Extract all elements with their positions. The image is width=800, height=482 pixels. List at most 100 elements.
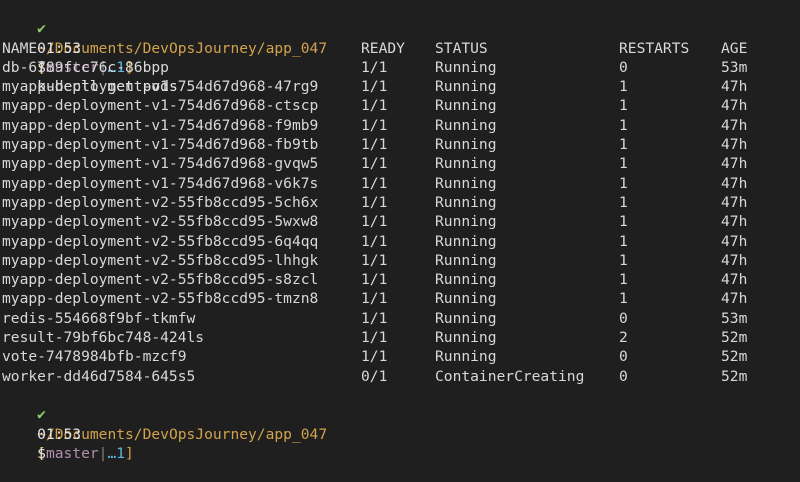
pod-status: Running xyxy=(435,78,497,96)
pod-status: Running xyxy=(435,193,497,211)
table-row: myapp-deployment-v2-55fb8ccd95-tmzn8 1/1 R… xyxy=(2,289,798,308)
pod-restarts: 0 xyxy=(619,348,628,366)
table-row: vote-7478984bfb-mzcf9 1/1 Running 0 52m xyxy=(2,347,798,366)
pod-restarts: 1 xyxy=(619,155,628,173)
prompt-dollar: $ xyxy=(37,444,46,462)
pod-status: Running xyxy=(435,155,497,173)
table-row: worker-dd46d7584-645s5 0/1 ContainerCreati… xyxy=(2,367,798,386)
pod-status: Running xyxy=(435,290,497,308)
command-line: 01:53 $ kubectl get pods xyxy=(2,19,798,96)
header-age: AGE xyxy=(721,39,748,57)
pod-name: myapp-deployment-v1-754d67d968-gvqw5 xyxy=(2,155,319,173)
pod-status: Running xyxy=(435,271,497,289)
pod-name: myapp-deployment-v2-55fb8ccd95-5wxw8 xyxy=(2,213,319,231)
pod-restarts: 0 xyxy=(619,367,628,385)
pod-status: Running xyxy=(435,97,497,115)
pod-name: myapp-deployment-v1-754d67d968-fb9tb xyxy=(2,136,319,154)
pod-name: vote-7478984bfb-mzcf9 xyxy=(2,348,187,366)
table-row: myapp-deployment-v2-55fb8ccd95-5ch6x 1/1 R… xyxy=(2,193,798,212)
pod-age: 47h xyxy=(721,271,748,289)
pod-ready: 1/1 xyxy=(361,155,388,173)
pod-status: Running xyxy=(435,58,497,76)
pod-status: Running xyxy=(435,329,497,347)
pod-age: 47h xyxy=(721,290,748,308)
pod-status: Running xyxy=(435,116,497,134)
pod-table-body: db-6789fcc76c-86bpp 1/1 Running 0 53m myapp-d… xyxy=(2,58,798,386)
pod-ready: 1/1 xyxy=(361,213,388,231)
pod-ready: 1/1 xyxy=(361,271,388,289)
pod-ready: 1/1 xyxy=(361,348,388,366)
table-header: NAME READY STATUS RESTARTS AGE xyxy=(2,39,798,58)
pod-age: 47h xyxy=(721,193,748,211)
pod-restarts: 1 xyxy=(619,290,628,308)
pod-ready: 1/1 xyxy=(361,58,388,76)
pod-ready: 0/1 xyxy=(361,367,388,385)
pod-ready: 1/1 xyxy=(361,232,388,250)
pod-age: 47h xyxy=(721,78,748,96)
pod-name: myapp-deployment-v2-55fb8ccd95-lhhgk xyxy=(2,251,319,269)
pod-ready: 1/1 xyxy=(361,174,388,192)
header-restarts: RESTARTS xyxy=(619,39,690,57)
pod-status: Running xyxy=(435,136,497,154)
table-row: myapp-deployment-v2-55fb8ccd95-lhhgk 1/1 R… xyxy=(2,251,798,270)
pod-status: Running xyxy=(435,174,497,192)
pod-restarts: 1 xyxy=(619,193,628,211)
pod-name: myapp-deployment-v1-754d67d968-v6k7s xyxy=(2,174,319,192)
terminal-window[interactable]: ✔ ~/Documents/DevOpsJourney/app_047 [mas… xyxy=(2,0,798,464)
git-branch: master xyxy=(45,444,99,462)
pod-ready: 1/1 xyxy=(361,309,388,327)
pod-name: db-6789fcc76c-86bpp xyxy=(2,58,169,76)
table-row: result-79bf6bc748-424ls 1/1 Running 2 52m xyxy=(2,328,798,347)
pod-status: Running xyxy=(435,309,497,327)
pod-status: Running xyxy=(435,251,497,269)
pod-restarts: 1 xyxy=(619,136,628,154)
table-row: myapp-deployment-v1-754d67d968-f9mb9 1/1 R… xyxy=(2,116,798,135)
header-status: STATUS xyxy=(435,39,488,57)
pod-ready: 1/1 xyxy=(361,193,388,211)
pod-name: worker-dd46d7584-645s5 xyxy=(2,367,196,385)
pod-age: 47h xyxy=(721,213,748,231)
table-row: myapp-deployment-v1-754d67d968-ctscp 1/1 R… xyxy=(2,96,798,115)
pod-restarts: 0 xyxy=(619,309,628,327)
pod-age: 47h xyxy=(721,155,748,173)
table-row: db-6789fcc76c-86bpp 1/1 Running 0 53m xyxy=(2,58,798,77)
pod-restarts: 1 xyxy=(619,213,628,231)
pod-name: result-79bf6bc748-424ls xyxy=(2,329,205,347)
table-row: myapp-deployment-v2-55fb8ccd95-5wxw8 1/1 R… xyxy=(2,212,798,231)
table-row: myapp-deployment-v1-754d67d968-fb9tb 1/1 R… xyxy=(2,135,798,154)
pod-name: myapp-deployment-v1-754d67d968-ctscp xyxy=(2,97,319,115)
pod-age: 53m xyxy=(721,58,748,76)
pod-name: myapp-deployment-v2-55fb8ccd95-5ch6x xyxy=(2,193,319,211)
pod-age: 47h xyxy=(721,97,748,115)
pod-name: myapp-deployment-v1-754d67d968-47rg9 xyxy=(2,78,319,96)
pod-age: 47h xyxy=(721,232,748,250)
pod-ready: 1/1 xyxy=(361,136,388,154)
pod-name: myapp-deployment-v2-55fb8ccd95-tmzn8 xyxy=(2,290,319,308)
pod-restarts: 1 xyxy=(619,116,628,134)
git-prompt-line: ✔ ~/Documents/DevOpsJourney/app_047 [mas… xyxy=(2,386,798,462)
pod-age: 53m xyxy=(721,309,748,327)
prompt-bracket-close: ] xyxy=(125,444,134,462)
pod-name: myapp-deployment-v2-55fb8ccd95-s8zcl xyxy=(2,271,319,289)
pod-status: Running xyxy=(435,348,497,366)
pod-age: 47h xyxy=(721,251,748,269)
pod-ready: 1/1 xyxy=(361,251,388,269)
pod-name: myapp-deployment-v2-55fb8ccd95-6q4qq xyxy=(2,232,319,250)
pod-name: redis-554668f9bf-tkmfw xyxy=(2,309,196,327)
pod-restarts: 1 xyxy=(619,232,628,250)
pod-restarts: 1 xyxy=(619,251,628,269)
input-prompt-line[interactable]: 01:53 $ xyxy=(2,405,798,462)
table-row: myapp-deployment-v1-754d67d968-v6k7s 1/1 R… xyxy=(2,174,798,193)
pod-status: ContainerCreating xyxy=(435,367,585,385)
git-ahead-count: …1 xyxy=(107,444,126,462)
pod-restarts: 1 xyxy=(619,97,628,115)
pod-restarts: 1 xyxy=(619,78,628,96)
table-row: myapp-deployment-v1-754d67d968-gvqw5 1/1 R… xyxy=(2,154,798,173)
pod-restarts: 1 xyxy=(619,271,628,289)
pod-restarts: 1 xyxy=(619,174,628,192)
header-ready: READY xyxy=(361,39,405,57)
pod-ready: 1/1 xyxy=(361,97,388,115)
pod-ready: 1/1 xyxy=(361,78,388,96)
pod-restarts: 2 xyxy=(619,329,628,347)
pod-status: Running xyxy=(435,213,497,231)
